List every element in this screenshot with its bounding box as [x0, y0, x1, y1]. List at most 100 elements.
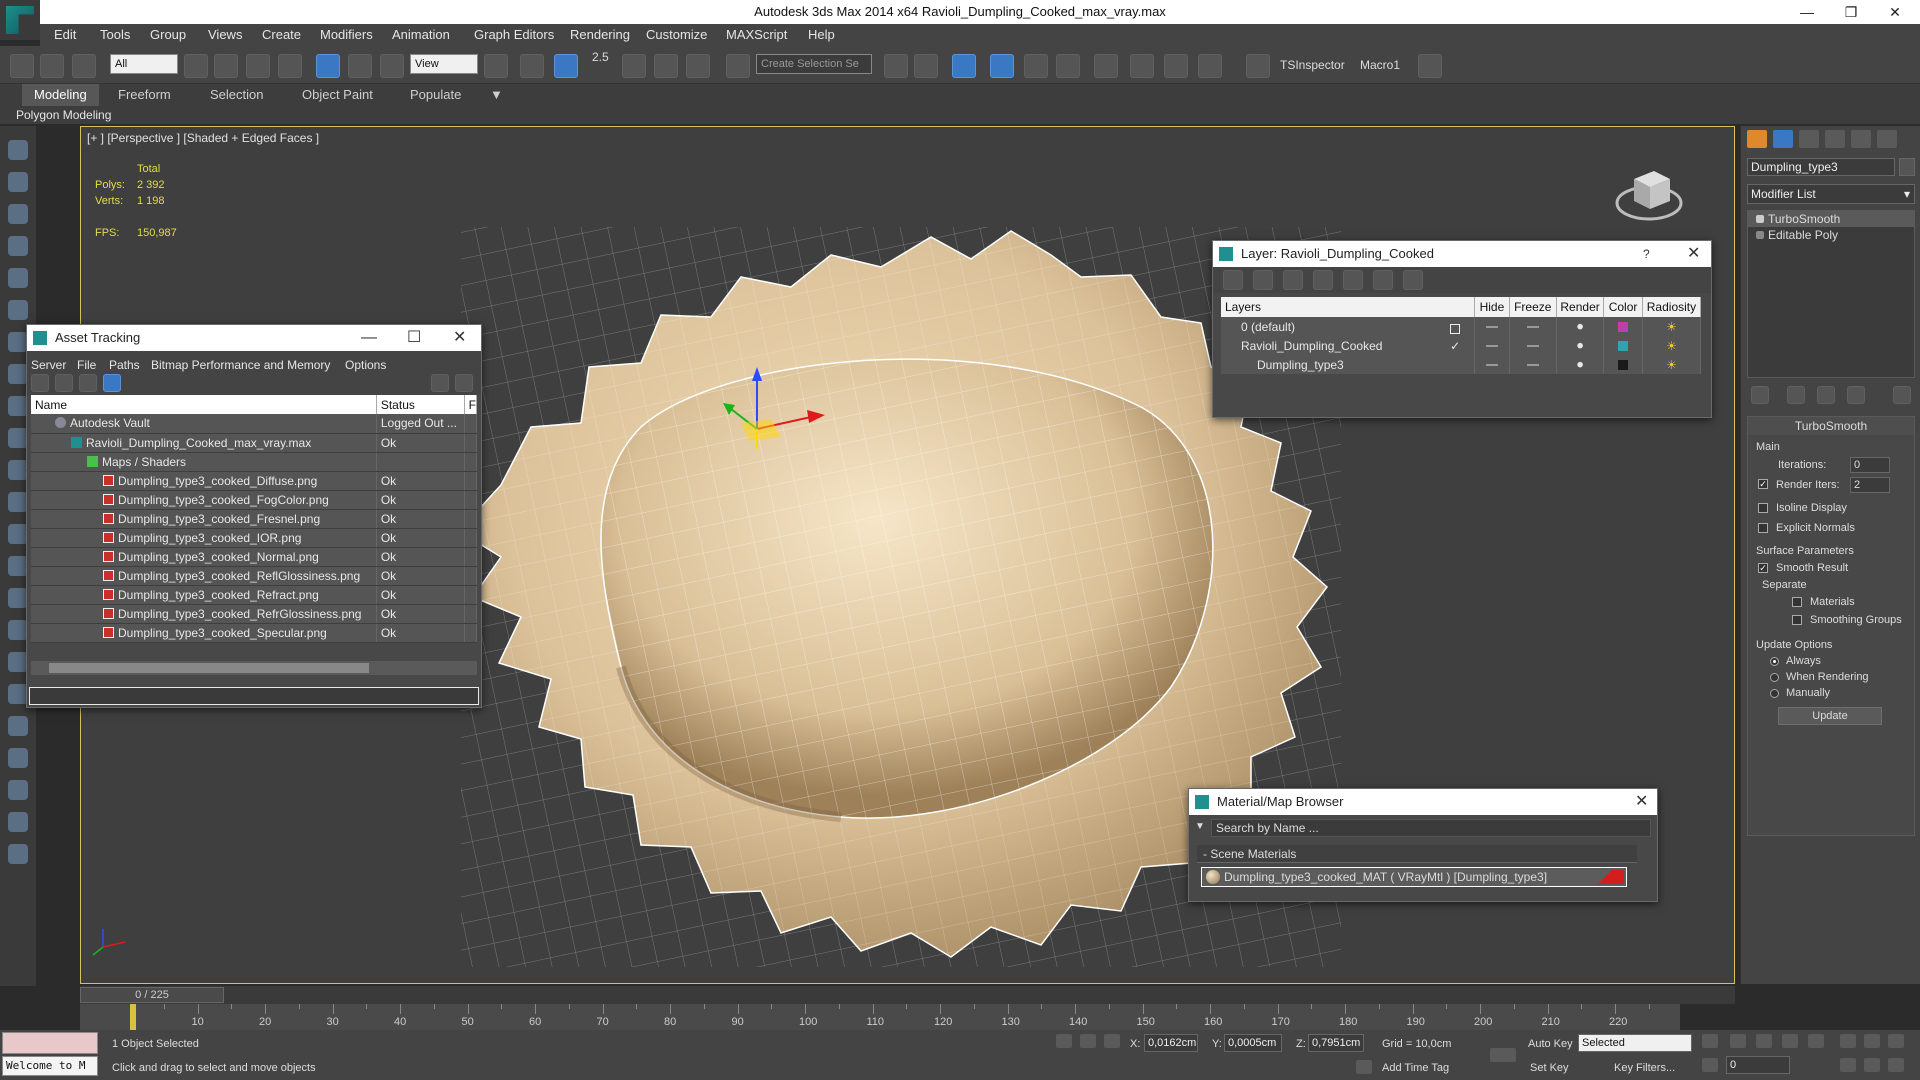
- time-slider-thumb[interactable]: 0 / 225: [80, 987, 224, 1003]
- menu-modifiers[interactable]: Modifiers: [320, 27, 373, 42]
- tab-freeform[interactable]: Freeform: [118, 87, 171, 102]
- render-icon[interactable]: [1198, 54, 1222, 78]
- zoom-extents-icon[interactable]: [1888, 1034, 1904, 1048]
- layer-row[interactable]: Dumpling_type3 ⚫ ☀: [1221, 355, 1702, 374]
- go-to-end-icon[interactable]: [1808, 1034, 1824, 1048]
- spinner-snap-icon[interactable]: [686, 54, 710, 78]
- material-search-input[interactable]: Search by Name ...: [1211, 819, 1651, 837]
- z-coord-field[interactable]: 0,7951cm: [1308, 1034, 1364, 1052]
- smooth-result-checkbox[interactable]: ✓: [1758, 563, 1768, 573]
- viewcube-icon[interactable]: [1614, 157, 1684, 227]
- current-frame-marker[interactable]: [130, 1004, 136, 1030]
- strip-tool-icon[interactable]: [8, 140, 28, 160]
- current-layer-checkbox[interactable]: [1450, 323, 1461, 334]
- bind-space-warp-icon[interactable]: [72, 54, 96, 78]
- material-map-browser-window[interactable]: Material/Map Browser ✕ ▼ Search by Name …: [1188, 788, 1658, 902]
- table-row[interactable]: Dumpling_type3_cooked_Normal.png Ok: [31, 547, 478, 567]
- render-iters-spinner[interactable]: 2: [1850, 477, 1890, 493]
- strip-tool-icon[interactable]: [8, 524, 28, 544]
- freeze-toggle[interactable]: [1526, 345, 1539, 348]
- key-filters-button[interactable]: Key Filters...: [1614, 1062, 1675, 1074]
- strip-tool-icon[interactable]: [8, 428, 28, 448]
- menu-customize[interactable]: Customize: [646, 27, 707, 42]
- ribbon-options-icon[interactable]: ▼: [490, 87, 503, 102]
- refresh-icon[interactable]: [31, 374, 49, 392]
- strip-tool-icon[interactable]: [8, 716, 28, 736]
- layer-title-bar[interactable]: Layer: Ravioli_Dumpling_Cooked ? ✕: [1213, 241, 1711, 267]
- utilities-tab-icon[interactable]: [1877, 130, 1897, 148]
- update-button[interactable]: Update: [1778, 707, 1882, 725]
- hide-toggle[interactable]: [1485, 364, 1498, 367]
- set-key-icon[interactable]: [1490, 1048, 1516, 1062]
- current-layer-check-icon[interactable]: ✓: [1450, 339, 1460, 353]
- asset-tracking-title-bar[interactable]: Asset Tracking — ☐ ✕: [27, 325, 481, 351]
- asset-horizontal-scrollbar[interactable]: [31, 661, 477, 675]
- strip-tool-icon[interactable]: [8, 684, 28, 704]
- table-row[interactable]: Dumpling_type3_cooked_IOR.png Ok: [31, 528, 478, 548]
- time-slider[interactable]: 0 / 225: [80, 986, 1735, 1004]
- table-row[interactable]: Dumpling_type3_cooked_RefrGlossiness.png…: [31, 604, 478, 624]
- add-to-layer-icon[interactable]: [1283, 270, 1303, 290]
- strip-tool-icon[interactable]: [8, 460, 28, 480]
- material-item[interactable]: Dumpling_type3_cooked_MAT ( VRayMtl ) [D…: [1201, 867, 1627, 887]
- menu-views[interactable]: Views: [208, 27, 242, 42]
- absolute-mode-icon[interactable]: [1104, 1034, 1120, 1048]
- stack-item-turbosmooth[interactable]: TurboSmooth: [1748, 211, 1914, 227]
- col-freeze[interactable]: Freeze: [1509, 297, 1557, 317]
- strip-tool-icon[interactable]: [8, 780, 28, 800]
- freeze-toggle[interactable]: [1526, 326, 1539, 329]
- menu-group[interactable]: Group: [150, 27, 186, 42]
- render-setup-icon[interactable]: [1130, 54, 1154, 78]
- strip-tool-icon[interactable]: [8, 652, 28, 672]
- asset-menu-bitmap-performance[interactable]: Bitmap Performance and Memory: [151, 358, 330, 372]
- separate-materials-checkbox[interactable]: [1792, 597, 1802, 607]
- strip-tool-icon[interactable]: [8, 556, 28, 576]
- asset-maximize-button[interactable]: ☐: [407, 325, 421, 351]
- x-coord-field[interactable]: 0,0162cm: [1144, 1034, 1198, 1052]
- asset-menu-options[interactable]: Options: [345, 358, 386, 372]
- scrollbar-thumb[interactable]: [49, 663, 369, 673]
- configure-modifier-sets-icon[interactable]: [1893, 386, 1911, 404]
- selection-set-select[interactable]: Create Selection Se: [756, 54, 872, 74]
- object-name-field[interactable]: Dumpling_type3: [1747, 158, 1895, 176]
- object-color-swatch[interactable]: [1899, 158, 1915, 176]
- menu-edit[interactable]: Edit: [54, 27, 76, 42]
- menu-help[interactable]: Help: [808, 27, 835, 42]
- strip-tool-icon[interactable]: [8, 812, 28, 832]
- table-view-icon[interactable]: [103, 374, 121, 392]
- menu-rendering[interactable]: Rendering: [570, 27, 630, 42]
- close-button[interactable]: ✕: [1880, 2, 1910, 22]
- table-row[interactable]: Maps / Shaders: [31, 452, 478, 472]
- strip-tool-icon[interactable]: [8, 300, 28, 320]
- link-icon[interactable]: [10, 54, 34, 78]
- pin-stack-icon[interactable]: [1751, 386, 1769, 404]
- layer-row[interactable]: 0 (default) ⚫ ☀: [1221, 317, 1702, 336]
- macro-star-icon[interactable]: [1418, 54, 1442, 78]
- table-row[interactable]: Ravioli_Dumpling_Cooked_max_vray.max Ok: [31, 433, 478, 453]
- percent-snap-icon[interactable]: [654, 54, 678, 78]
- motion-tab-icon[interactable]: [1825, 130, 1845, 148]
- y-coord-field[interactable]: 0,0005cm: [1224, 1034, 1282, 1052]
- update-manually-radio[interactable]: [1770, 689, 1779, 698]
- freeze-toggle[interactable]: [1526, 364, 1539, 367]
- tsinspector-label[interactable]: TSInspector: [1280, 58, 1345, 72]
- material-browser-close-button[interactable]: ✕: [1635, 789, 1648, 815]
- asset-minimize-button[interactable]: —: [361, 325, 377, 351]
- remove-modifier-icon[interactable]: [1847, 386, 1865, 404]
- maximize-button[interactable]: ❐: [1836, 2, 1866, 22]
- tab-selection[interactable]: Selection: [210, 87, 263, 102]
- auto-key-button[interactable]: Auto Key: [1528, 1038, 1573, 1050]
- asset-menu-paths[interactable]: Paths: [109, 358, 140, 372]
- zoom-icon[interactable]: [1840, 1034, 1856, 1048]
- radiosity-icon[interactable]: ☀: [1666, 339, 1677, 353]
- rect-selection-icon[interactable]: [246, 54, 270, 78]
- align-icon[interactable]: [914, 54, 938, 78]
- expand-icon[interactable]: [1756, 231, 1764, 239]
- hide-toggle[interactable]: [1485, 345, 1498, 348]
- menu-animation[interactable]: Animation: [392, 27, 450, 42]
- previous-frame-icon[interactable]: [1730, 1034, 1746, 1048]
- highlight-selected-icon[interactable]: [1343, 270, 1363, 290]
- col-full-path[interactable]: F: [464, 395, 478, 414]
- vault-help-icon[interactable]: [431, 374, 449, 392]
- radiosity-icon[interactable]: ☀: [1666, 320, 1677, 334]
